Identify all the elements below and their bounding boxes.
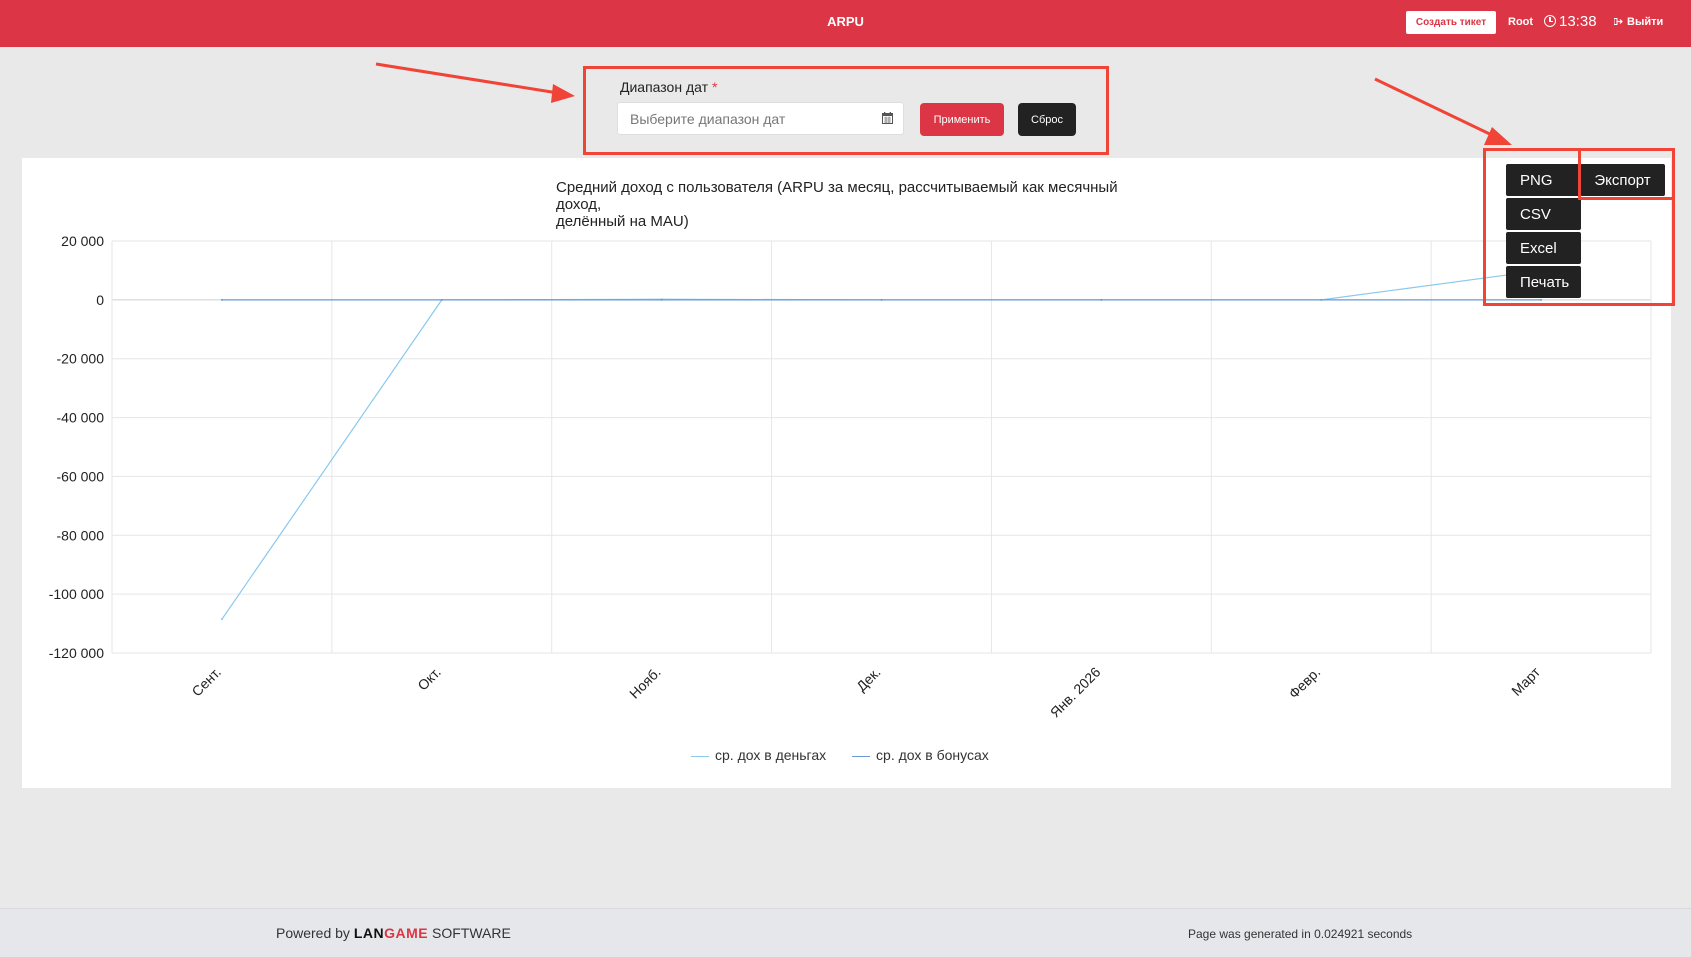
- x-tick-label: Дек.: [853, 664, 884, 695]
- data-point: [660, 298, 663, 301]
- data-point: [440, 298, 443, 301]
- y-tick-label: -20 000: [57, 351, 105, 367]
- x-tick-label: Сент.: [188, 664, 224, 700]
- annotation-box-export-button: [1578, 148, 1675, 200]
- chart-legend: ср. дох в деньгах ср. дох в бонусах: [691, 747, 1011, 763]
- y-tick-label: -40 000: [57, 410, 105, 426]
- data-point: [220, 298, 223, 301]
- legend-item-bonus[interactable]: ср. дох в бонусах: [852, 747, 989, 763]
- y-tick-label: -120 000: [49, 645, 104, 661]
- footer: Powered by LANGAME SOFTWARE Page was gen…: [0, 908, 1691, 957]
- x-tick-label: Нояб.: [626, 664, 664, 702]
- y-tick-label: -100 000: [49, 586, 104, 602]
- data-point: [1100, 298, 1103, 301]
- series-line-money: [221, 269, 1542, 620]
- powered-by: Powered by LANGAME SOFTWARE: [276, 925, 511, 941]
- brand-logo-lan: LAN: [353, 925, 385, 941]
- legend-swatch-money: [691, 755, 709, 757]
- data-point: [220, 618, 223, 621]
- data-point: [880, 298, 883, 301]
- data-point: [1320, 298, 1323, 301]
- x-tick-label: Март: [1508, 663, 1543, 698]
- generation-time: Page was generated in 0.024921 seconds: [1188, 927, 1413, 941]
- y-tick-label: 20 000: [61, 233, 104, 249]
- x-tick-label: Янв. 2026: [1047, 664, 1104, 721]
- annotation-box-date-filter: [583, 66, 1109, 155]
- x-tick-label: Окт.: [414, 664, 444, 694]
- x-tick-label: Февр.: [1285, 664, 1323, 702]
- legend-item-money[interactable]: ср. дох в деньгах: [691, 747, 826, 763]
- legend-swatch-bonus: [852, 755, 871, 757]
- brand-logo-game: GAME: [384, 925, 429, 941]
- y-tick-label: -80 000: [57, 527, 105, 543]
- y-tick-label: 0: [96, 292, 104, 308]
- y-tick-label: -60 000: [57, 468, 105, 484]
